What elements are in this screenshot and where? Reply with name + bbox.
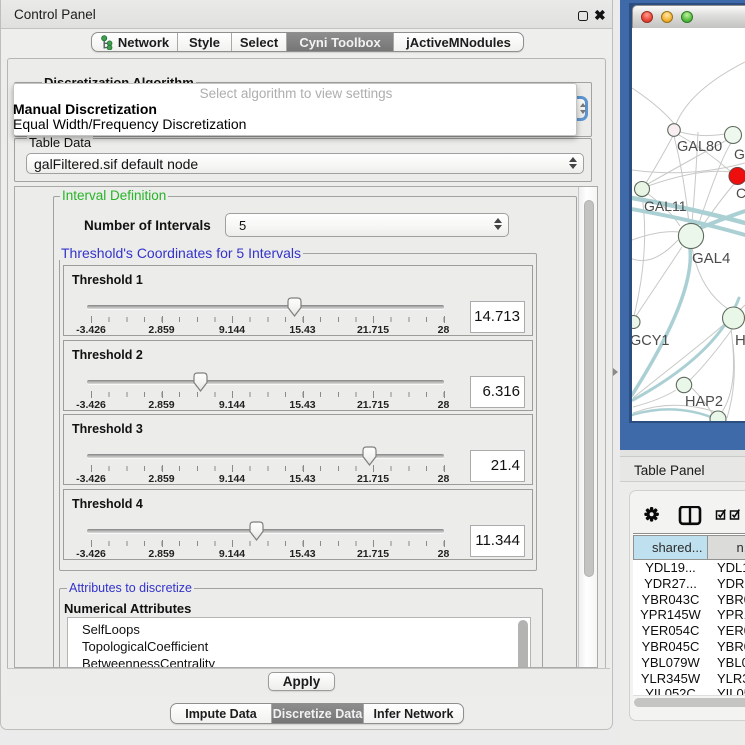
svg-text:GAL80: GAL80 [677,139,722,155]
svg-text:GA: GA [734,146,745,162]
svg-text:H: H [735,332,745,349]
svg-text:GAL11: GAL11 [644,198,687,214]
svg-text:GCY1: GCY1 [632,333,670,349]
svg-text:HAP2: HAP2 [685,394,723,410]
svg-text:GAL4: GAL4 [692,250,730,267]
svg-text:C: C [736,185,745,201]
